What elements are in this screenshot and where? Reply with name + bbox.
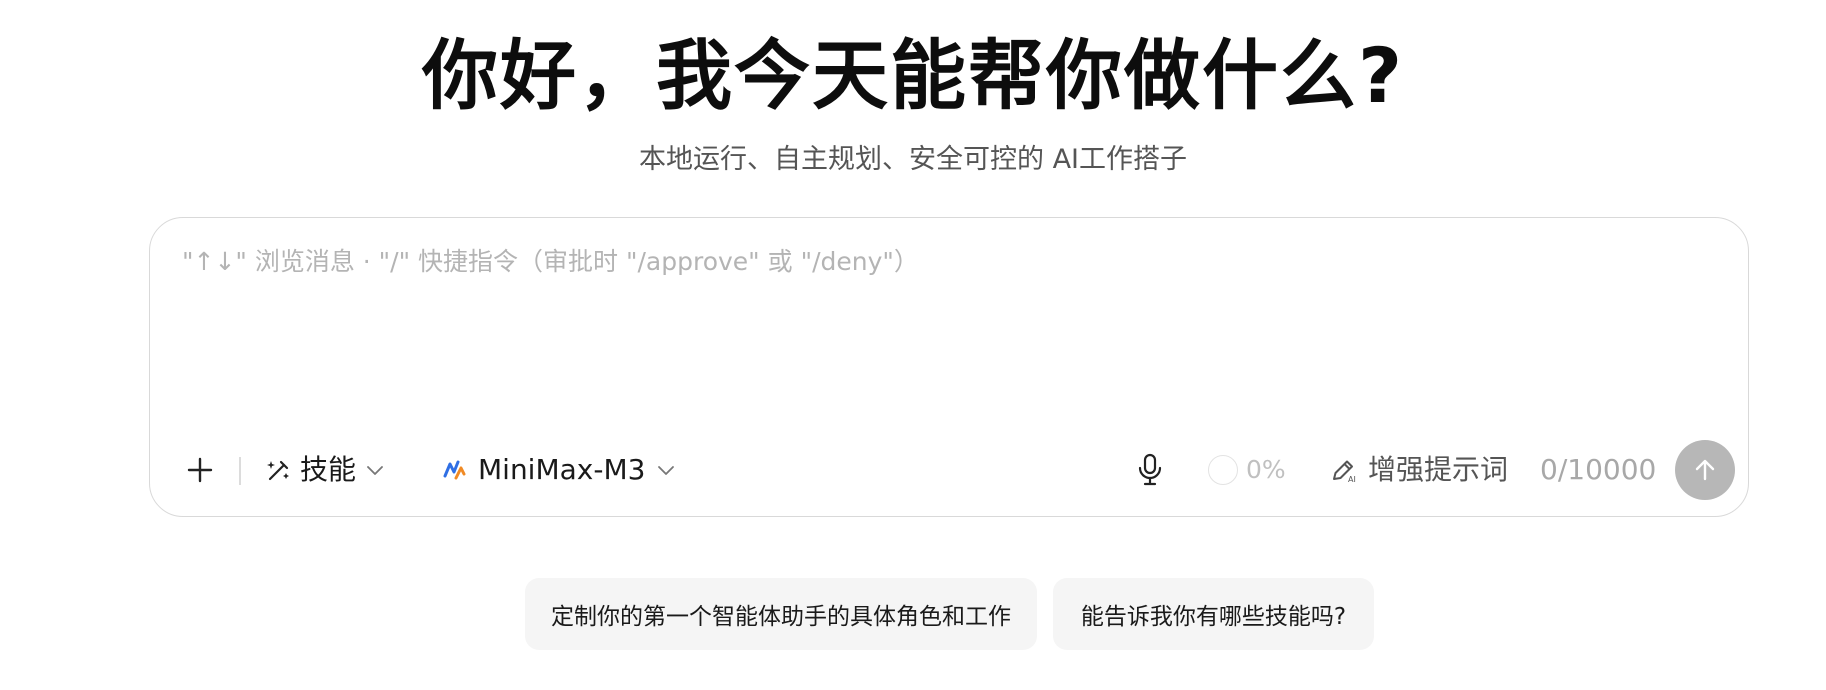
page-subtitle: 本地运行、自主规划、安全可控的 AI工作搭子 (638, 144, 1187, 175)
enhance-prompt-label: 增强提示词 (1368, 453, 1509, 486)
svg-text:AI: AI (1348, 475, 1356, 484)
magic-wand-icon (267, 460, 289, 481)
chevron-down-icon (367, 466, 383, 475)
message-input[interactable] (182, 244, 1712, 404)
ai-pen-icon: AI (1333, 460, 1356, 484)
skills-dropdown[interactable]: 技能 (266, 440, 386, 500)
model-selector[interactable]: MiniMax-M3 (440, 440, 677, 500)
suggestion-chip[interactable]: 能告诉我你有哪些技能吗? (1053, 578, 1374, 650)
send-button[interactable] (1675, 440, 1735, 500)
character-counter: 0/10000 (1540, 440, 1656, 500)
page-title: 你好，我今天能帮你做什么? (421, 31, 1405, 120)
message-composer: 技能 MiniMax-M3 (149, 217, 1749, 517)
suggestion-label: 能告诉我你有哪些技能吗? (1080, 604, 1347, 630)
plus-icon (187, 457, 213, 483)
context-usage-indicator: 0% (1208, 440, 1286, 500)
suggestion-label: 定制你的第一个智能体助手的具体角色和工作 (551, 604, 1011, 630)
progress-ring (1208, 455, 1238, 485)
minimax-logo-icon (443, 460, 466, 480)
toolbar-divider (239, 457, 241, 485)
microphone-icon (1138, 453, 1162, 486)
attach-button[interactable] (180, 440, 220, 500)
skills-label: 技能 (300, 453, 357, 486)
model-label: MiniMax-M3 (478, 453, 646, 486)
enhance-prompt-button[interactable]: AI 增强提示词 (1330, 440, 1508, 500)
suggestion-chip[interactable]: 定制你的第一个智能体助手的具体角色和工作 (525, 578, 1037, 650)
chevron-down-icon (658, 466, 675, 475)
composer-toolbar: 技能 MiniMax-M3 0% AI 增强提示词 0/10000 (150, 440, 1748, 500)
arrow-up-icon (1695, 459, 1715, 481)
chat-home: 你好，我今天能帮你做什么? 本地运行、自主规划、安全可控的 AI工作搭子 技能 (0, 0, 1826, 690)
character-count-text: 0/10000 (1540, 453, 1657, 486)
voice-input-button[interactable] (1130, 440, 1170, 500)
progress-text: 0% (1246, 455, 1286, 484)
